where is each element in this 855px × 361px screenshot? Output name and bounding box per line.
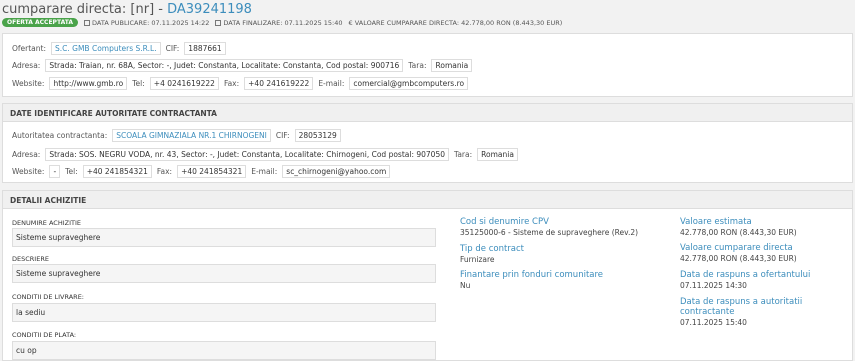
purchase-value-title: Valoare cumparare directa [680, 243, 793, 253]
denumire-label: DENUMIRE ACHIZITIE [12, 219, 81, 227]
page-title: cumparare directa: [nr] - DA39241198 [2, 2, 252, 17]
authority-section-title: DATE IDENTIFICARE AUTORITATE CONTRACTANT… [3, 104, 852, 122]
estimated-value: 42.778,00 RON (8.443,30 EUR) [680, 228, 797, 237]
ofertant-tel: +4 0241619222 [149, 77, 219, 90]
authority-fax: +40 241854321 [177, 165, 247, 178]
cpv-title: Cod si denumire CPV [460, 217, 549, 227]
ofertant-row: Ofertant: S.C. GMB Computers S.R.L. CIF:… [12, 42, 226, 55]
calendar-icon [215, 19, 222, 26]
calendar-icon [84, 19, 91, 26]
ofertant-address: Strada: Traian, nr. 68A, Sector: -, Jude… [45, 59, 404, 72]
funding-title: Finantare prin fonduri comunitare [460, 270, 604, 280]
cif-label: CIF: [165, 44, 180, 53]
ofertant-cif: 1887661 [184, 42, 226, 55]
descriere-field: Sisteme supraveghere [12, 264, 436, 283]
website-label: Website: [12, 167, 45, 176]
funding-value: Nu [460, 281, 471, 290]
status-badge: OFERTA ACCEPTATA [2, 18, 79, 27]
procedure-code: DA39241198 [167, 2, 252, 17]
denumire-field: Sisteme supraveghere [12, 228, 436, 247]
ofertant-contact-row: Website: http://www.gmb.ro Tel: +4 02416… [12, 77, 469, 90]
cpv-block: Cod si denumire CPV 35125000-6 - Sisteme… [460, 217, 638, 237]
website-label: Website: [12, 79, 45, 88]
authority-country: Romania [477, 148, 518, 161]
authority-address: Strada: SOS. NEGRU VODA, nr. 43, Sector:… [45, 148, 449, 161]
authority-label: Autoritatea contractanta: [12, 131, 108, 140]
offer-response-date: 07.11.2025 14:30 [680, 281, 747, 290]
ofertant-website: http://www.gmb.ro [49, 77, 128, 90]
estimated-value-title: Valoare estimata [680, 217, 752, 227]
email-label: E-mail: [251, 167, 278, 176]
authority-cif: 28053129 [294, 129, 341, 142]
ofertant-panel: Ofertant: S.C. GMB Computers S.R.L. CIF:… [2, 33, 853, 97]
fax-label: Fax: [156, 167, 173, 176]
livrare-label: CONDITII DE LIVRARE: [12, 293, 84, 301]
tel-label: Tel: [65, 167, 78, 176]
email-label: E-mail: [318, 79, 345, 88]
authority-row: Autoritatea contractanta: SCOALA GIMNAZI… [12, 129, 341, 142]
ofertant-email: comercial@gmbcomputers.ro [349, 77, 469, 90]
country-label: Tara: [454, 150, 473, 159]
ofertant-fax: +40 241619222 [244, 77, 314, 90]
livrare-field: la sediu [12, 303, 436, 322]
ofertant-address-row: Adresa: Strada: Traian, nr. 68A, Sector:… [12, 59, 473, 72]
plata-field: cu op [12, 341, 436, 360]
authority-link[interactable]: SCOALA GIMNAZIALA NR.1 CHIRNOGENI [112, 129, 271, 142]
funding-block: Finantare prin fonduri comunitare Nu [460, 270, 603, 290]
authority-address-row: Adresa: Strada: SOS. NEGRU VODA, nr. 43,… [12, 148, 518, 161]
fax-label: Fax: [223, 79, 240, 88]
purchase-value: € VALOARE CUMPARARE DIRECTA: 42.778,00 R… [348, 18, 563, 27]
estimated-value-block: Valoare estimata 42.778,00 RON (8.443,30… [680, 217, 797, 237]
cif-label: CIF: [275, 131, 290, 140]
country-label: Tara: [408, 61, 427, 70]
authority-contact-row: Website: - Tel: +40 241854321 Fax: +40 2… [12, 165, 391, 178]
ofertant-country: Romania [431, 59, 473, 72]
ofertant-link[interactable]: S.C. GMB Computers S.R.L. [51, 42, 161, 55]
authority-tel: +40 241854321 [82, 165, 152, 178]
address-label: Adresa: [12, 150, 41, 159]
offer-response-block: Data de raspuns a ofertantului 07.11.202… [680, 270, 810, 290]
contract-type-value: Furnizare [460, 255, 495, 264]
authority-response-title: Data de raspuns a autoritatii contractan… [680, 297, 803, 317]
title-prefix: cumparare directa: [nr] - [2, 2, 168, 17]
purchase-value-detail: 42.778,00 RON (8.443,30 EUR) [680, 254, 797, 263]
authority-website: - [49, 165, 61, 178]
final-date: DATA FINALIZARE: 07.11.2025 15:40 [215, 19, 343, 27]
publish-date: DATA PUBLICARE: 07.11.2025 14:22 [84, 19, 209, 27]
ofertant-label: Ofertant: [12, 44, 46, 53]
descriere-label: DESCRIERE [12, 255, 49, 263]
authority-response-date: 07.11.2025 15:40 [680, 318, 747, 327]
plata-label: CONDITII DE PLATA: [12, 331, 77, 339]
contract-type-title: Tip de contract [460, 244, 525, 254]
authority-email: sc_chirnogeni@yahoo.com [282, 165, 391, 178]
offer-response-title: Data de raspuns a ofertantului [680, 270, 811, 280]
contract-type-block: Tip de contract Furnizare [460, 244, 524, 264]
authority-panel: DATE IDENTIFICARE AUTORITATE CONTRACTANT… [2, 103, 853, 183]
cpv-value: 35125000-6 - Sisteme de supraveghere (Re… [460, 228, 639, 237]
authority-response-block: Data de raspuns a autoritatii contractan… [680, 297, 852, 327]
tel-label: Tel: [132, 79, 145, 88]
details-panel: DETALII ACHIZITIE DENUMIRE ACHIZITIE Sis… [2, 190, 853, 361]
purchase-value-block: Valoare cumparare directa 42.778,00 RON … [680, 243, 797, 263]
meta-row: OFERTA ACCEPTATA DATA PUBLICARE: 07.11.2… [2, 17, 562, 28]
address-label: Adresa: [12, 61, 41, 70]
details-section-title: DETALII ACHIZITIE [3, 191, 852, 209]
